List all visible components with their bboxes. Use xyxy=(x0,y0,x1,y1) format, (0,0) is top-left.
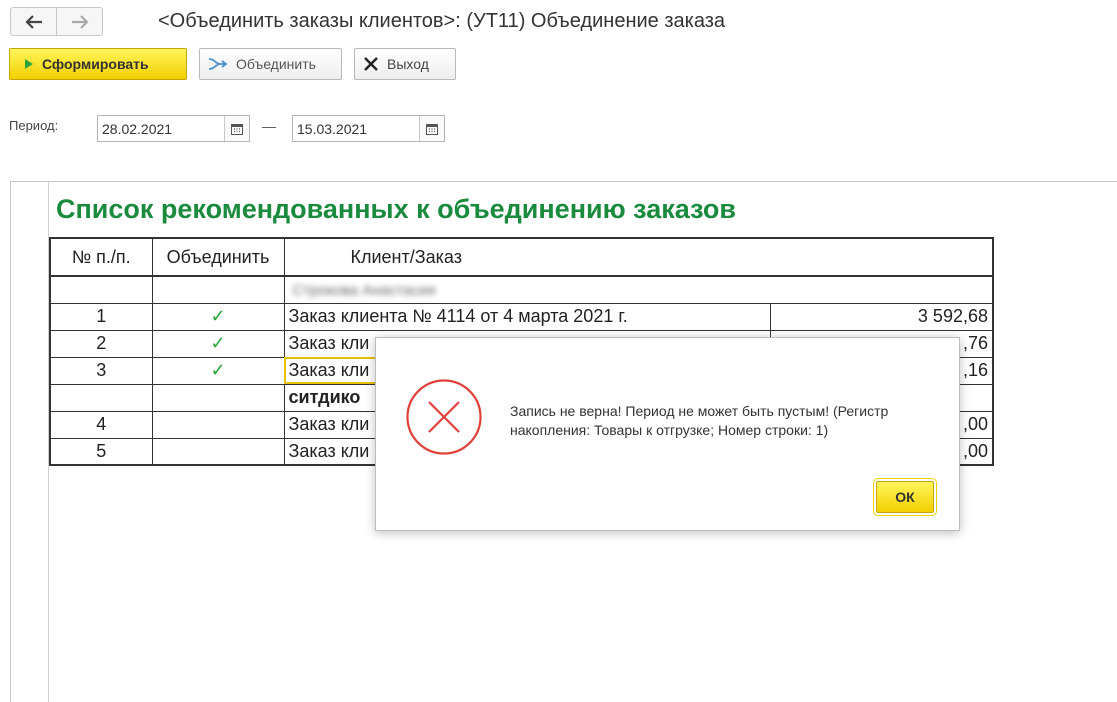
order-sum: 3 592,68 xyxy=(769,302,994,331)
row-number: 5 xyxy=(49,437,153,466)
merge-check[interactable]: ✓ xyxy=(151,356,285,385)
exit-button-label: Выход xyxy=(387,56,429,72)
error-dialog: Запись не верна! Период не может быть пу… xyxy=(375,337,960,531)
back-button[interactable] xyxy=(11,8,56,35)
column-header-client-order: Клиент/Заказ xyxy=(283,237,994,277)
period-to-value: 15.03.2021 xyxy=(297,120,368,137)
order-link[interactable]: Заказ клиента № 4114 от 4 марта 2021 г. xyxy=(283,302,771,331)
merge-button-label: Объединить xyxy=(236,56,316,72)
row-number: 4 xyxy=(49,410,153,439)
column-header-num: № п./п. xyxy=(49,237,153,277)
row-number: 3 xyxy=(49,356,153,385)
play-icon xyxy=(24,58,34,70)
close-icon xyxy=(363,56,379,72)
window-title: <Объединить заказы клиентов>: (УТ11) Объ… xyxy=(158,10,726,32)
table-row[interactable]: 1 ✓ Заказ клиента № 4114 от 4 марта 2021… xyxy=(49,302,994,331)
generate-button[interactable]: Сформировать xyxy=(9,48,187,80)
merge-check[interactable]: ✓ xyxy=(151,329,285,358)
error-message: Запись не верна! Период не может быть пу… xyxy=(510,403,889,438)
arrow-left-icon xyxy=(24,14,42,29)
column-header-merge: Объединить xyxy=(151,237,285,277)
row-number: 1 xyxy=(49,302,153,331)
period-separator: — xyxy=(262,118,276,134)
report-title: Список рекомендованных к объединению зак… xyxy=(56,194,736,224)
ok-button[interactable]: ОК xyxy=(873,478,937,516)
table-header: № п./п. Объединить Клиент/Заказ xyxy=(49,237,994,277)
period-from-value: 28.02.2021 xyxy=(102,120,173,137)
merge-check[interactable] xyxy=(151,437,285,466)
row-number: 2 xyxy=(49,329,153,358)
client-name: ситдико xyxy=(288,387,361,407)
period-label: Период: xyxy=(9,118,59,133)
period-from-field[interactable]: 28.02.2021 xyxy=(97,115,250,142)
period-to-field[interactable]: 15.03.2021 xyxy=(292,115,445,142)
calendar-icon[interactable] xyxy=(224,116,249,141)
error-icon xyxy=(405,378,483,461)
merge-check[interactable]: ✓ xyxy=(151,302,285,331)
merge-icon xyxy=(208,56,228,72)
client-name: Строкова Анастасия xyxy=(292,282,436,300)
calendar-icon[interactable] xyxy=(419,116,444,141)
group-row[interactable]: Строкова Анастасия xyxy=(49,275,994,304)
generate-button-label: Сформировать xyxy=(42,56,149,72)
arrow-right-icon xyxy=(71,14,89,29)
merge-button[interactable]: Объединить xyxy=(199,48,342,80)
navigation-buttons xyxy=(10,7,103,36)
exit-button[interactable]: Выход xyxy=(354,48,456,80)
forward-button[interactable] xyxy=(56,8,102,35)
merge-check[interactable] xyxy=(151,410,285,439)
